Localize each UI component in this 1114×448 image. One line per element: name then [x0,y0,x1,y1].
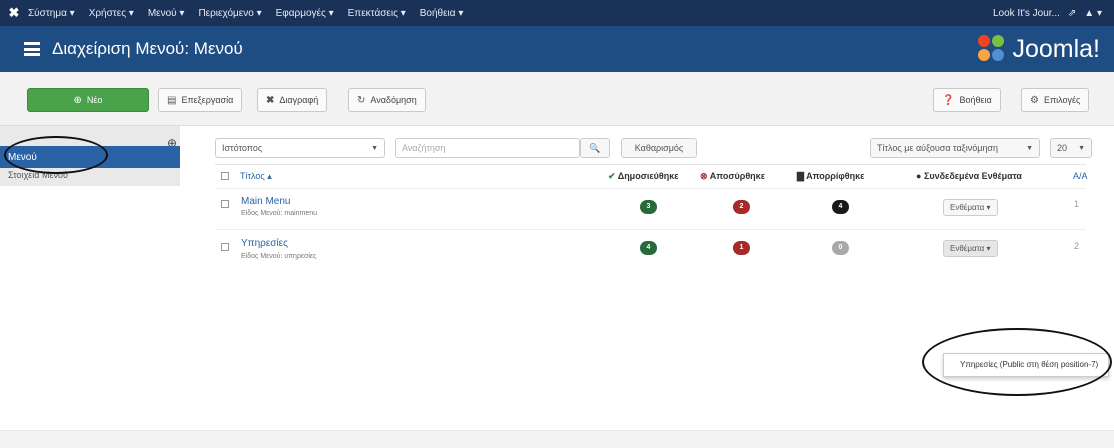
menu-extensions[interactable]: Επεκτάσεις ▾ [348,8,406,19]
menu-type-label: Είδος Μενού: υπηρεσίες [241,253,317,260]
help-button[interactable]: ❓ Βοήθεια [933,88,1001,112]
help-button-label: Βοήθεια [959,95,992,105]
new-button-label: Νέο [86,95,103,105]
menu-content[interactable]: Περιεχόμενο ▾ [198,8,261,19]
menu-menus[interactable]: Μενού ▾ [148,8,185,19]
footer-bar [0,430,1114,448]
limit-select-value: 20 [1057,143,1068,153]
plus-icon: ⊕ [73,94,82,106]
edit-button[interactable]: ▤ Επεξεργασία [158,88,243,112]
chevron-down-icon: ▼ [1026,144,1033,152]
published-header-label: Δημοσιεύθηκε [617,171,679,181]
delete-icon: ✖ [266,94,275,106]
user-icon[interactable]: ▲ ▾ [1084,8,1102,19]
delete-button[interactable]: ✖ Διαγραφή [257,88,328,112]
sort-select-value: Τίτλος με αύξουσα ταξινόμηση [877,143,998,153]
menu-components[interactable]: Εφαρμογές ▾ [276,8,334,19]
published-count-badge[interactable]: 4 [640,241,657,255]
search-button[interactable]: 🔍 [580,138,610,158]
annotation-oval-dropdown [922,328,1112,396]
clear-button[interactable]: Καθαρισμός [621,138,697,158]
menu-type-label: Είδος Μενού: mainmenu [241,210,318,217]
trashed-column-header: ▇ Απορρίφθηκε [797,171,864,182]
menu-help[interactable]: Βοήθεια ▾ [420,8,464,19]
menu-id: 2 [1074,241,1080,251]
unpublished-count-badge[interactable]: 1 [733,241,750,255]
row-divider [215,229,1086,230]
joomla-logo-text: Joomla! [1012,34,1100,63]
annotation-oval-sidebar [4,136,108,174]
trashed-count-badge[interactable]: 0 [832,241,849,255]
page-title: Διαχείριση Μενού: Μενού [52,39,243,58]
joomla-icon[interactable]: ✖ [0,5,28,21]
options-button-label: Επιλογές [1043,95,1081,105]
search-input[interactable]: Αναζήτηση [395,138,580,158]
search-icon: 🔍 [589,142,601,153]
admin-topbar: ✖ Σύστημα ▾ Χρήστες ▾ Μενού ▾ Περιεχόμεν… [0,0,1114,26]
row-divider [215,188,1086,189]
search-placeholder: Αναζήτηση [402,143,446,153]
modules-dropdown-button[interactable]: Ενθέματα ▾ [943,240,998,257]
row-checkbox[interactable] [221,243,229,251]
modules-dropdown-button[interactable]: Ενθέματα ▾ [943,199,998,216]
menu-title-link[interactable]: Main Menu [241,196,290,207]
topbar-right: Look It's Jour... ⇗ ▲ ▾ [985,8,1114,19]
menu-title-link[interactable]: Υπηρεσίες [241,238,288,249]
site-select-value: Ιστότοπος [222,143,263,153]
sort-select[interactable]: Τίτλος με αύξουσα ταξινόμηση ▼ [870,138,1040,158]
clear-button-label: Καθαρισμός [634,143,684,153]
rebuild-button-label: Αναδόμηση [370,95,417,105]
id-column-header[interactable]: Α/Α [1073,171,1088,181]
published-column-header: ✔ Δημοσιεύθηκε [608,171,679,182]
unpublished-column-header: ⊗ Αποσύρθηκε [700,171,765,182]
linked-modules-column-header: ● Συνδεδεμένα Ενθέματα [916,171,1022,181]
menu-id: 1 [1074,199,1080,209]
linked-modules-header-label: Συνδεδεμένα Ενθέματα [923,171,1022,181]
chevron-down-icon: ▼ [371,144,378,152]
list-icon [24,42,40,56]
select-all-checkbox[interactable] [221,172,229,180]
delete-button-label: Διαγραφή [279,95,319,105]
refresh-icon: ↻ [357,94,366,106]
new-button[interactable]: ⊕ Νέο [27,88,149,112]
gear-icon: ⚙ [1030,94,1039,106]
options-button[interactable]: ⚙ Επιλογές [1021,88,1090,112]
unpublish-icon: ⊗ [700,171,708,181]
menu-system[interactable]: Σύστημα ▾ [28,8,75,19]
unpublished-header-label: Αποσύρθηκε [709,171,765,181]
title-column-header[interactable]: Τίτλος ▴ [240,171,272,182]
published-count-badge[interactable]: 3 [640,200,657,214]
external-link-icon[interactable]: ⇗ [1068,8,1076,19]
table-divider [215,164,1086,165]
site-select[interactable]: Ιστότοπος ▼ [215,138,385,158]
site-link[interactable]: Look It's Jour... [993,8,1060,19]
trash-icon: ▇ [797,171,804,181]
menu-users[interactable]: Χρήστες ▾ [89,8,134,19]
unpublished-count-badge[interactable]: 2 [733,200,750,214]
question-icon: ❓ [942,94,955,106]
page-header: Διαχείριση Μενού: Μενού Joomla! [0,26,1114,72]
rebuild-button[interactable]: ↻ Αναδόμηση [348,88,426,112]
edit-icon: ▤ [167,94,177,106]
row-checkbox[interactable] [221,200,229,208]
toolbar: ⊕ Νέο ▤ Επεξεργασία ✖ Διαγραφή ↻ Αναδόμη… [0,72,1114,126]
trashed-count-badge[interactable]: 4 [832,200,849,214]
chevron-down-icon: ▼ [1078,144,1085,152]
limit-select[interactable]: 20 ▼ [1050,138,1092,158]
cube-icon: ● [916,171,922,181]
check-icon: ✔ [608,171,616,181]
joomla-logo-icon [978,35,1006,63]
edit-button-label: Επεξεργασία [181,95,234,105]
main-menu: Σύστημα ▾ Χρήστες ▾ Μενού ▾ Περιεχόμενο … [28,8,477,19]
joomla-logo: Joomla! [978,35,1100,64]
trashed-header-label: Απορρίφθηκε [806,171,865,181]
